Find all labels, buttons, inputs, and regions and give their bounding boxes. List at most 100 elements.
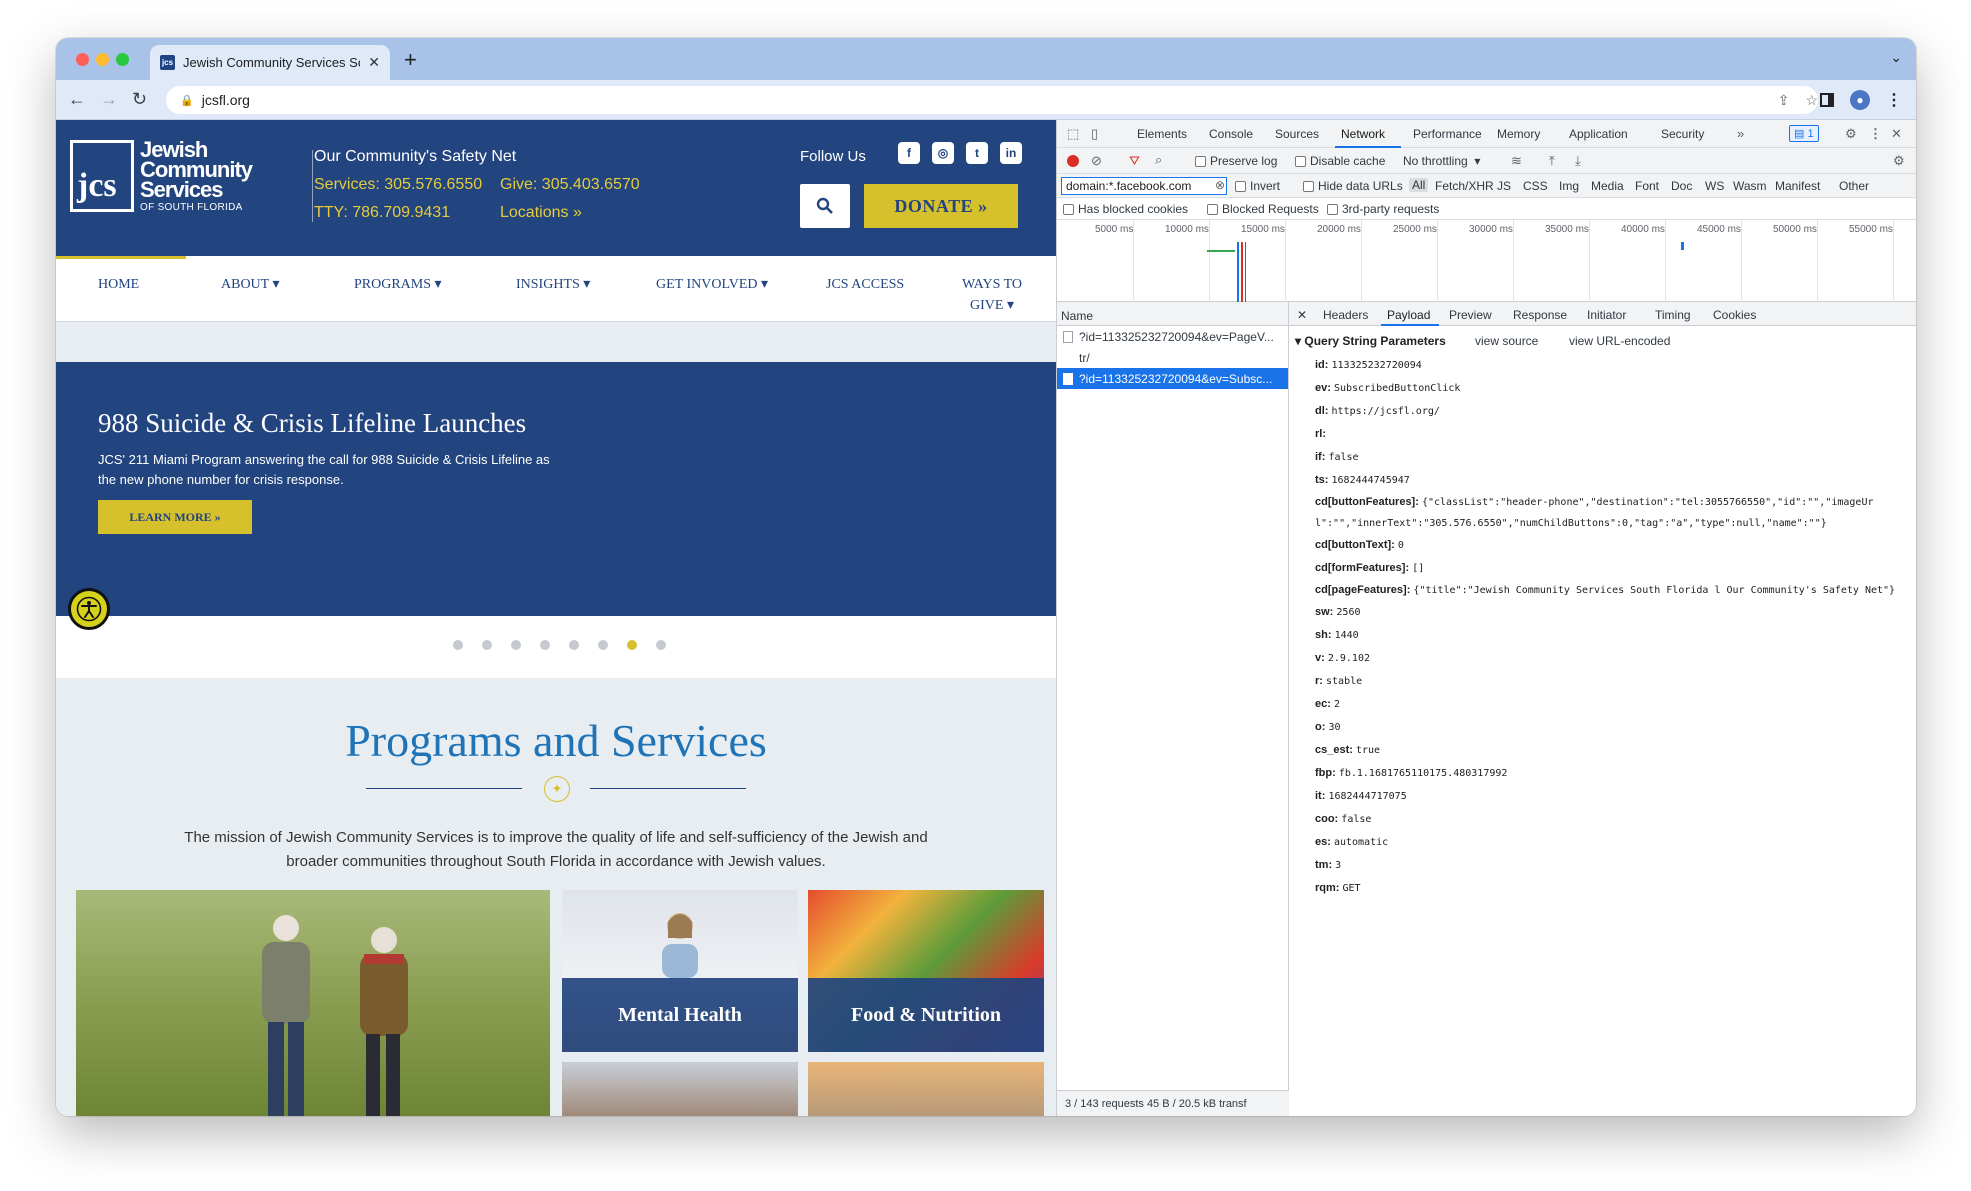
close-detail-icon[interactable]: ✕ — [1297, 308, 1307, 322]
tab-performance[interactable]: Performance — [1413, 127, 1482, 141]
tab-console[interactable]: Console — [1209, 127, 1253, 141]
tab-application[interactable]: Application — [1569, 127, 1628, 141]
clear-filter-icon[interactable]: ⊗ — [1215, 178, 1225, 192]
detail-tab-response[interactable]: Response — [1513, 308, 1567, 322]
instagram-icon[interactable]: ◎ — [932, 142, 954, 164]
site-search-button[interactable] — [800, 184, 850, 228]
services-phone-link[interactable]: Services: 305.576.6550 — [314, 176, 482, 194]
search-icon[interactable]: ⌕ — [1155, 152, 1162, 168]
nav-about[interactable]: ABOUT ▾ — [221, 274, 280, 295]
carousel-dot[interactable] — [540, 640, 550, 650]
issues-badge[interactable]: ▤ 1 — [1789, 125, 1819, 142]
inspect-element-icon[interactable]: ⬚ — [1067, 126, 1079, 142]
name-column-header[interactable]: Name — [1057, 302, 1288, 326]
network-settings-gear-icon[interactable]: ⚙ — [1893, 153, 1905, 169]
request-row[interactable]: tr/ — [1057, 347, 1288, 368]
close-window-button[interactable] — [76, 53, 89, 66]
request-row-selected[interactable]: ?id=113325232720094&ev=Subsc... — [1057, 368, 1288, 389]
nav-get-involved[interactable]: GET INVOLVED ▾ — [656, 274, 768, 295]
disable-cache-checkbox[interactable]: Disable cache — [1295, 154, 1385, 168]
type-filter-wasm[interactable]: Wasm — [1733, 179, 1767, 193]
mental-health-tile[interactable]: Mental Health — [562, 890, 798, 1052]
side-panel-icon[interactable] — [1820, 93, 1834, 107]
request-row[interactable]: ?id=113325232720094&ev=PageV... — [1057, 326, 1288, 347]
record-button[interactable] — [1067, 155, 1079, 167]
new-tab-button[interactable]: + — [404, 47, 417, 73]
tab-elements[interactable]: Elements — [1137, 127, 1187, 141]
tty-phone-link[interactable]: TTY: 786.709.9431 — [314, 204, 450, 222]
device-toolbar-icon[interactable]: ▯ — [1091, 126, 1098, 142]
view-url-encoded-link[interactable]: view URL-encoded — [1569, 334, 1670, 348]
carousel-dot[interactable] — [656, 640, 666, 650]
more-tabs-icon[interactable]: » — [1737, 126, 1744, 141]
nav-programs[interactable]: PROGRAMS ▾ — [354, 274, 442, 295]
forward-button[interactable]: → — [100, 89, 118, 110]
devtools-menu-icon[interactable]: ⋮ — [1869, 126, 1882, 142]
carousel-dot[interactable] — [598, 640, 608, 650]
tab-close-icon[interactable]: ✕ — [368, 54, 380, 71]
throttling-select[interactable]: No throttling ▾ — [1403, 154, 1480, 168]
tab-network[interactable]: Network — [1341, 127, 1385, 141]
preserve-log-checkbox[interactable]: Preserve log — [1195, 154, 1277, 168]
detail-tab-payload[interactable]: Payload — [1387, 308, 1430, 322]
twitter-icon[interactable]: t — [966, 142, 988, 164]
filter-input[interactable]: domain:*.facebook.com — [1061, 177, 1227, 195]
detail-tab-headers[interactable]: Headers — [1323, 308, 1368, 322]
hide-data-urls-checkbox[interactable]: Hide data URLs — [1303, 179, 1403, 193]
minimize-window-button[interactable] — [96, 53, 109, 66]
locations-link[interactable]: Locations » — [500, 204, 582, 222]
carousel-dot[interactable] — [511, 640, 521, 650]
query-string-parameters-header[interactable]: ▾ Query String Parameters — [1295, 334, 1446, 348]
carousel-dot-active[interactable] — [627, 640, 637, 650]
blocked-requests-checkbox[interactable]: Blocked Requests — [1207, 202, 1319, 216]
tab-security[interactable]: Security — [1661, 127, 1704, 141]
program-tile-image[interactable] — [808, 1062, 1044, 1116]
type-filter-manifest[interactable]: Manifest — [1775, 179, 1820, 193]
food-nutrition-tile[interactable]: Food & Nutrition — [808, 890, 1044, 1052]
program-tile-image[interactable] — [562, 1062, 798, 1116]
browser-tab[interactable]: jcs Jewish Community Services So ✕ — [150, 45, 390, 80]
filter-icon[interactable]: ⛛ — [1129, 153, 1140, 169]
detail-tab-preview[interactable]: Preview — [1449, 308, 1492, 322]
export-har-icon[interactable]: ⤓ — [1575, 153, 1581, 169]
learn-more-button[interactable]: LEARN MORE » — [98, 500, 252, 534]
import-har-icon[interactable]: ⤒ — [1549, 153, 1555, 169]
clear-icon[interactable]: ⊘ — [1091, 153, 1102, 169]
third-party-requests-checkbox[interactable]: 3rd-party requests — [1327, 202, 1439, 216]
type-filter-doc[interactable]: Doc — [1671, 179, 1692, 193]
carousel-dot[interactable] — [569, 640, 579, 650]
accessibility-icon[interactable] — [68, 588, 110, 630]
give-phone-link[interactable]: Give: 305.403.6570 — [500, 176, 640, 194]
type-filter-media[interactable]: Media — [1591, 179, 1624, 193]
share-icon[interactable]: ⇪ — [1778, 92, 1790, 109]
lock-icon[interactable]: 🔒 — [180, 94, 194, 107]
settings-gear-icon[interactable]: ⚙ — [1845, 126, 1857, 142]
type-filter-other[interactable]: Other — [1839, 179, 1869, 193]
seniors-walking-image[interactable] — [76, 890, 550, 1116]
nav-jcs-access[interactable]: JCS ACCESS — [826, 274, 904, 295]
nav-home[interactable]: HOME — [98, 274, 139, 295]
zoom-window-button[interactable] — [116, 53, 129, 66]
close-devtools-icon[interactable]: ✕ — [1891, 126, 1902, 142]
browser-menu-icon[interactable]: ⋮ — [1886, 90, 1902, 110]
type-filter-ws[interactable]: WS — [1705, 179, 1724, 193]
nav-insights[interactable]: INSIGHTS ▾ — [516, 274, 590, 295]
detail-tab-cookies[interactable]: Cookies — [1713, 308, 1756, 322]
detail-tab-timing[interactable]: Timing — [1655, 308, 1691, 322]
type-filter-css[interactable]: CSS — [1523, 179, 1548, 193]
network-conditions-icon[interactable]: ≋ — [1511, 153, 1522, 169]
jcs-logo[interactable]: jcs Jewish Community Services OF SOUTH F… — [70, 139, 266, 218]
reload-button[interactable]: ↻ — [132, 89, 147, 110]
tab-search-chevron-icon[interactable]: ⌄ — [1890, 49, 1902, 66]
view-source-link[interactable]: view source — [1475, 334, 1538, 348]
network-timeline-overview[interactable]: 5000 ms 10000 ms 15000 ms 20000 ms 25000… — [1057, 220, 1916, 302]
donate-button[interactable]: DONATE » — [864, 184, 1018, 228]
address-bar[interactable]: 🔒 jcsfl.org — [166, 86, 1818, 114]
linkedin-icon[interactable]: in — [1000, 142, 1022, 164]
facebook-icon[interactable]: f — [898, 142, 920, 164]
type-filter-js[interactable]: JS — [1497, 179, 1511, 193]
tab-sources[interactable]: Sources — [1275, 127, 1319, 141]
invert-checkbox[interactable]: Invert — [1235, 179, 1280, 193]
type-filter-img[interactable]: Img — [1559, 179, 1579, 193]
carousel-dot[interactable] — [482, 640, 492, 650]
